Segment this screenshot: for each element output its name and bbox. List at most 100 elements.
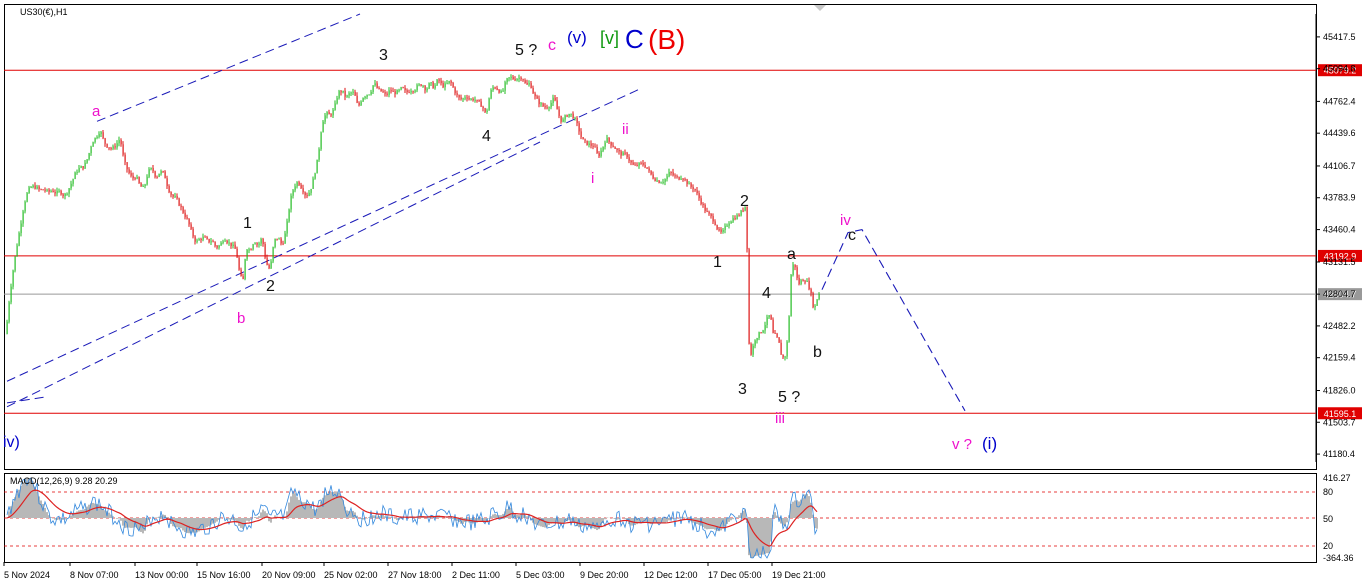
time-tick-label: 20 Nov 09:00: [262, 570, 316, 580]
candle-body: [782, 354, 784, 358]
candle-body: [632, 162, 634, 165]
wave-label: 1: [243, 215, 252, 232]
candle-body: [288, 209, 290, 222]
candle-body: [564, 115, 566, 120]
candle-body: [468, 98, 470, 100]
candle-body: [504, 82, 506, 91]
candle-body: [816, 299, 818, 306]
candle-body: [766, 317, 768, 326]
candle-body: [66, 193, 68, 195]
candle-body: [502, 90, 504, 92]
candle-body: [342, 90, 344, 93]
wave-label: 2: [266, 278, 275, 295]
candle-body: [14, 256, 16, 271]
candle-body: [190, 224, 192, 229]
candle-body: [810, 289, 812, 294]
candle-body: [82, 166, 84, 169]
candle-body: [426, 88, 428, 91]
price-tick-label-8: 42804.7: [1323, 289, 1356, 299]
candle-body: [804, 281, 806, 283]
candle-body: [716, 225, 718, 230]
candle-body: [252, 244, 254, 250]
candle-body: [506, 78, 508, 83]
candle-body: [180, 205, 182, 208]
wave-label: C: [625, 24, 644, 54]
candle-body: [496, 87, 498, 90]
symbol-label: US30(€),H1: [20, 7, 68, 17]
candle-body: [102, 132, 104, 139]
candle-body: [530, 83, 532, 88]
candle-body: [670, 171, 672, 173]
candle-body: [10, 286, 12, 303]
candle-body: [470, 98, 472, 100]
candle-body: [698, 193, 700, 199]
candle-body: [498, 89, 500, 93]
candle-body: [292, 190, 294, 196]
candle-body: [18, 233, 20, 246]
candle-body: [230, 242, 232, 246]
wave-label: 4: [762, 285, 771, 302]
candle-body: [726, 225, 728, 227]
candle-body: [740, 210, 742, 216]
price-tick-label-13: 41180.4: [1323, 449, 1355, 459]
candle-body: [652, 174, 654, 179]
candle-body: [128, 169, 130, 174]
candle-body: [404, 87, 406, 91]
candle-body: [492, 87, 494, 90]
candle-body: [300, 184, 302, 189]
candle-body: [244, 259, 246, 280]
candle-body: [456, 93, 458, 95]
candle-body: [814, 305, 816, 308]
candle-body: [60, 190, 62, 195]
candle-body: [688, 183, 690, 185]
candle-body: [296, 182, 298, 187]
candle-body: [64, 193, 66, 197]
candle-body: [38, 186, 40, 190]
wave-label: b: [237, 310, 245, 327]
candle-body: [350, 92, 352, 94]
candle-body: [302, 188, 304, 193]
candle-body: [520, 77, 522, 80]
candle-body: [616, 148, 618, 150]
candle-body: [254, 243, 256, 245]
candle-body: [198, 239, 200, 241]
candle-body: [352, 91, 354, 93]
candle-body: [270, 261, 272, 269]
wave-label: i: [591, 170, 594, 187]
candle-body: [106, 143, 108, 148]
candle-body: [742, 210, 744, 212]
candle-body: [348, 93, 350, 96]
candle-body: [776, 333, 778, 338]
candle-body: [484, 108, 486, 112]
candle-body: [538, 98, 540, 105]
candle-body: [534, 93, 536, 97]
candle-body: [164, 171, 166, 179]
candle-body: [78, 167, 80, 172]
candle-body: [80, 166, 82, 168]
candle-body: [414, 90, 416, 92]
candle-body: [208, 238, 210, 243]
candle-body: [258, 243, 260, 245]
candle-body: [598, 153, 600, 157]
time-tick-label: 8 Nov 07:00: [70, 570, 119, 580]
candle-body: [422, 85, 424, 87]
candle-body: [274, 238, 276, 247]
candle-body: [574, 117, 576, 119]
price-chart[interactable]: iv)ab12345 ? c (v) [v] C (B)iii21345 ?iiiabiv…: [0, 0, 1366, 588]
candle-body: [772, 319, 774, 333]
candle-body: [424, 85, 426, 91]
candle-body: [690, 183, 692, 187]
candle-body: [738, 215, 740, 217]
candle-body: [134, 178, 136, 180]
candle-body: [174, 196, 176, 198]
candle-body: [86, 159, 88, 163]
candle-body: [166, 178, 168, 187]
candle-body: [640, 162, 642, 164]
wave-label: 3: [738, 381, 747, 398]
candle-body: [16, 245, 18, 257]
main-chart-frame: [4, 4, 1317, 470]
macd-tick-label: 80: [1323, 487, 1333, 497]
candle-body: [324, 115, 326, 122]
candle-body: [178, 198, 180, 206]
candle-body: [158, 173, 160, 177]
